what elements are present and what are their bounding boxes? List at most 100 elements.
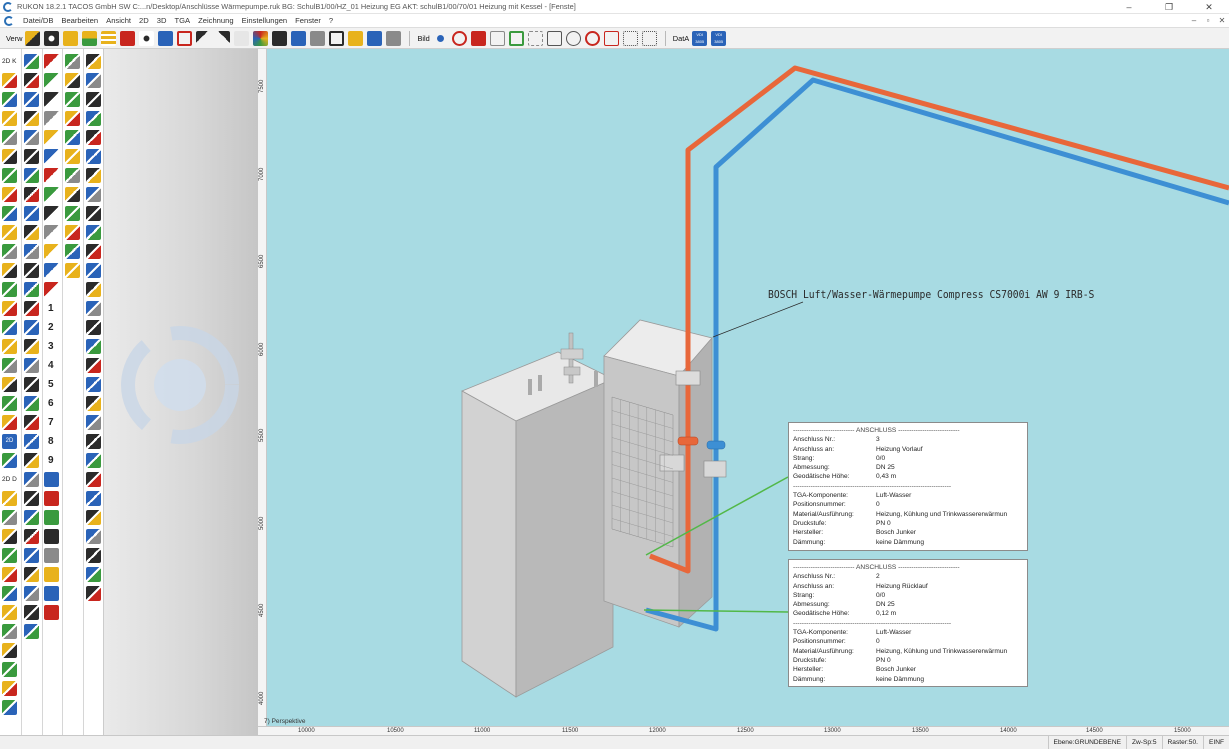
mode-2d-button[interactable]: 2D — [2, 434, 17, 449]
menu-2d[interactable]: 2D — [135, 16, 153, 25]
rotate-icon[interactable] — [584, 30, 600, 46]
col2-tool-23-icon[interactable] — [24, 472, 39, 487]
col5-tool-20-icon[interactable] — [86, 415, 101, 430]
col1-tool-15-icon[interactable] — [2, 339, 17, 354]
arrow-nw-icon[interactable] — [196, 30, 212, 46]
col5-tool-23-icon[interactable] — [86, 472, 101, 487]
col1-tool-10-icon[interactable] — [2, 244, 17, 259]
vdi-export-icon[interactable]: VDI 3805 — [711, 30, 727, 46]
col3-extra-tool-2-icon[interactable] — [44, 491, 59, 506]
col1-tool-12-icon[interactable] — [2, 282, 17, 297]
restore-button[interactable]: ❐ — [1149, 0, 1189, 14]
col1-tool-17-icon[interactable] — [2, 377, 17, 392]
doc-restore-button[interactable]: ▫ — [1201, 16, 1215, 25]
step-7-button[interactable]: 7 — [44, 415, 59, 430]
col3-tool-2-icon[interactable] — [44, 73, 59, 88]
col4-tool-12-icon[interactable] — [65, 263, 80, 278]
col5-tool-26-icon[interactable] — [86, 529, 101, 544]
menu-fenster[interactable]: Fenster — [291, 16, 325, 25]
col2-tool-21-icon[interactable] — [24, 434, 39, 449]
col5-tool-2-icon[interactable] — [86, 73, 101, 88]
col4-tool-4-icon[interactable] — [65, 111, 80, 126]
step-2-button[interactable]: 2 — [44, 320, 59, 335]
col2-tool-14-icon[interactable] — [24, 301, 39, 316]
col1-tool-13-icon[interactable] — [2, 301, 17, 316]
col2-tool-8-icon[interactable] — [24, 187, 39, 202]
col2-tool-18-icon[interactable] — [24, 377, 39, 392]
menu-ansicht[interactable]: Ansicht — [102, 16, 135, 25]
col1-tool-3-icon[interactable] — [2, 111, 17, 126]
col1-tool-9-icon[interactable] — [2, 225, 17, 240]
col1-tool-23-icon[interactable] — [2, 529, 17, 544]
arrow-ne-icon[interactable] — [215, 30, 231, 46]
menu-3d[interactable]: 3D — [153, 16, 171, 25]
step-8-button[interactable]: 8 — [44, 434, 59, 449]
grid-icon[interactable] — [527, 30, 543, 46]
expand-icon[interactable] — [641, 30, 657, 46]
col5-tool-29-icon[interactable] — [86, 586, 101, 601]
col4-tool-2-icon[interactable] — [65, 73, 80, 88]
layer-move-icon[interactable] — [348, 30, 364, 46]
col3-tool-11-icon[interactable] — [44, 244, 59, 259]
col2-tool-22-icon[interactable] — [24, 453, 39, 468]
col1-tool-2-icon[interactable] — [2, 92, 17, 107]
info-icon[interactable] — [432, 30, 448, 46]
col1-tool-31-icon[interactable] — [2, 681, 17, 696]
col5-tool-7-icon[interactable] — [86, 168, 101, 183]
col3-tool-3-icon[interactable] — [44, 92, 59, 107]
col2-tool-5-icon[interactable] — [24, 130, 39, 145]
checkbox-icon[interactable] — [177, 30, 193, 46]
col5-tool-4-icon[interactable] — [86, 111, 101, 126]
layer-import-icon[interactable] — [386, 30, 402, 46]
col5-tool-6-icon[interactable] — [86, 149, 101, 164]
layer-export-icon[interactable] — [367, 30, 383, 46]
col5-tool-27-icon[interactable] — [86, 548, 101, 563]
step-5-button[interactable]: 5 — [44, 377, 59, 392]
col2-tool-24-icon[interactable] — [24, 491, 39, 506]
col2-tool-12-icon[interactable] — [24, 263, 39, 278]
bild-button[interactable]: Bild — [414, 34, 432, 43]
col3-tool-6-icon[interactable] — [44, 149, 59, 164]
step-9-button[interactable]: 9 — [44, 453, 59, 468]
col4-tool-9-icon[interactable] — [65, 206, 80, 221]
col5-tool-8-icon[interactable] — [86, 187, 101, 202]
col1-tool-24-icon[interactable] — [2, 548, 17, 563]
col1-tool-14-icon[interactable] — [2, 320, 17, 335]
col4-tool-8-icon[interactable] — [65, 187, 80, 202]
status-spacing[interactable]: Zw-Sp:5 — [1125, 735, 1162, 749]
col5-tool-21-icon[interactable] — [86, 434, 101, 449]
col1-tool-6-icon[interactable] — [2, 168, 17, 183]
col5-tool-25-icon[interactable] — [86, 510, 101, 525]
col2-tool-17-icon[interactable] — [24, 358, 39, 373]
layer-copy-icon[interactable] — [329, 30, 345, 46]
col3-extra-tool-8-icon[interactable] — [44, 605, 59, 620]
col3-extra-tool-3-icon[interactable] — [44, 510, 59, 525]
col5-tool-10-icon[interactable] — [86, 225, 101, 240]
col4-tool-5-icon[interactable] — [65, 130, 80, 145]
data-button[interactable]: DatA — [670, 34, 692, 43]
col1-tool-20-icon[interactable] — [2, 453, 17, 468]
col1-tool-28-icon[interactable] — [2, 624, 17, 639]
col1-tool-8-icon[interactable] — [2, 206, 17, 221]
col3-tool-13-icon[interactable] — [44, 282, 59, 297]
col5-tool-11-icon[interactable] — [86, 244, 101, 259]
status-layer[interactable]: Ebene:GRUNDEBENE — [1047, 735, 1126, 749]
col5-tool-12-icon[interactable] — [86, 263, 101, 278]
col1-tool-18-icon[interactable] — [2, 396, 17, 411]
layer-swap-icon[interactable] — [82, 30, 98, 46]
col4-tool-3-icon[interactable] — [65, 92, 80, 107]
layers-icon[interactable] — [158, 30, 174, 46]
step-3-button[interactable]: 3 — [44, 339, 59, 354]
pan-icon[interactable] — [489, 30, 505, 46]
delete-red-icon[interactable] — [120, 30, 136, 46]
col3-tool-10-icon[interactable] — [44, 225, 59, 240]
perspective-scene[interactable] — [258, 49, 1229, 735]
col2-tool-11-icon[interactable] — [24, 244, 39, 259]
layer-down-icon[interactable] — [310, 30, 326, 46]
zoom-window-icon[interactable] — [470, 30, 486, 46]
col3-extra-tool-6-icon[interactable] — [44, 567, 59, 582]
save-icon[interactable] — [272, 30, 288, 46]
col2-tool-25-icon[interactable] — [24, 510, 39, 525]
menu-bearbeiten[interactable]: Bearbeiten — [57, 16, 102, 25]
doc-close-button[interactable]: ✕ — [1215, 16, 1229, 25]
